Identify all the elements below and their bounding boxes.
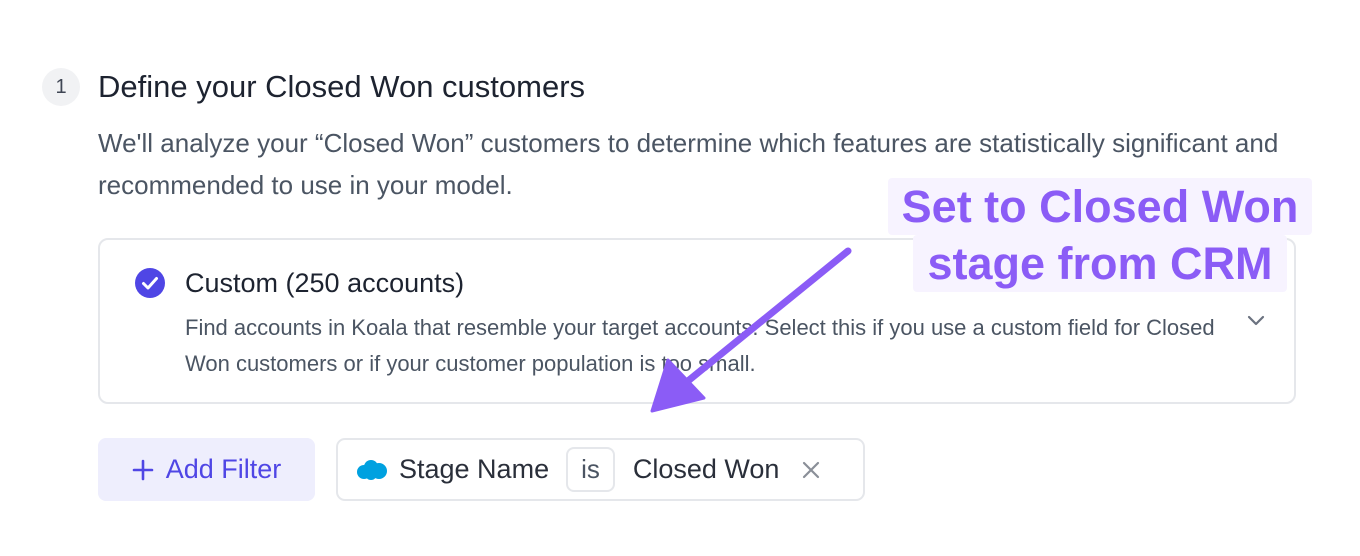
check-circle-icon[interactable] bbox=[135, 268, 165, 298]
step-number-badge: 1 bbox=[42, 68, 80, 106]
option-title: Custom (250 accounts) bbox=[185, 268, 465, 298]
close-icon[interactable] bbox=[801, 460, 821, 480]
salesforce-icon bbox=[357, 459, 387, 480]
annotation-line-1: Set to Closed Won bbox=[887, 178, 1313, 235]
add-filter-button[interactable]: Add Filter bbox=[98, 438, 315, 501]
filter-value[interactable]: Closed Won bbox=[633, 454, 780, 485]
filter-field-name[interactable]: Stage Name bbox=[399, 454, 549, 485]
filter-operator[interactable]: is bbox=[566, 447, 615, 492]
option-description: Find accounts in Koala that resemble you… bbox=[185, 315, 1215, 376]
annotation-callout: Set to Closed Won stage from CRM bbox=[880, 178, 1320, 292]
add-filter-label: Add Filter bbox=[165, 454, 282, 484]
chevron-down-icon[interactable] bbox=[1246, 314, 1266, 328]
step-title: Define your Closed Won customers bbox=[98, 69, 586, 104]
plus-icon bbox=[132, 459, 154, 480]
annotation-line-2: stage from CRM bbox=[913, 235, 1287, 292]
stage-name-filter-chip[interactable]: Stage Name is Closed Won bbox=[336, 438, 865, 501]
